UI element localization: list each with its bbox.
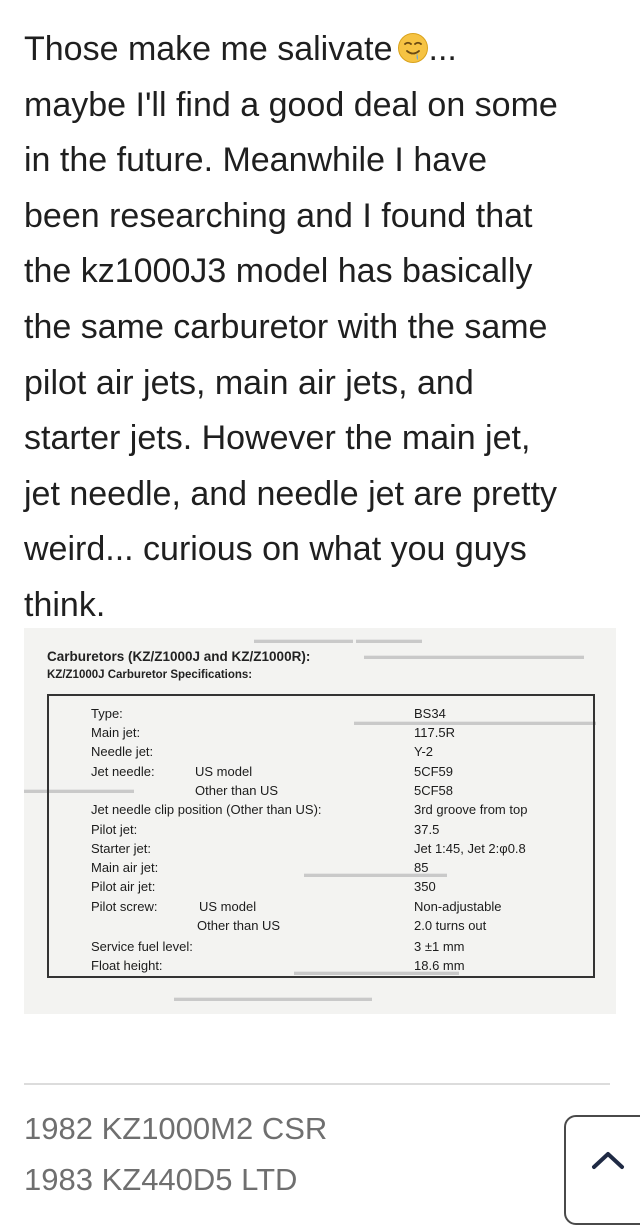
post-line: the same carburetor with the same <box>24 307 548 346</box>
spec-value: 85 <box>414 860 429 875</box>
spec-subtitle: KZ/Z1000J Carburetor Specifications: <box>47 669 253 681</box>
spec-value: 5CF58 <box>414 783 454 798</box>
spec-sublabel: Other than US <box>197 918 281 933</box>
spec-label: Type: <box>91 706 123 721</box>
spec-label: Needle jet: <box>91 744 154 759</box>
post-line: weird... curious on what you guys <box>24 530 527 569</box>
spec-label: Float height: <box>91 958 163 973</box>
scan-bleed-texture: ▬▬▬▬▬▬▬▬▬ ▬▬▬▬▬▬ <box>254 634 423 646</box>
carburetor-spec-image[interactable]: ▬▬▬▬▬▬▬▬▬ ▬▬▬▬▬▬ ▬▬▬▬▬▬▬▬▬▬▬▬▬▬▬▬▬▬▬▬ ▬▬… <box>24 628 616 1014</box>
scroll-to-top-button[interactable] <box>564 1115 640 1225</box>
post-line: the kz1000J3 model has basically <box>24 252 533 291</box>
spec-label: Jet needle clip position (Other than US)… <box>91 802 322 817</box>
spec-value: 350 <box>414 879 436 894</box>
post-line: been researching and I found that <box>24 196 533 235</box>
drooling-face-icon <box>397 26 429 63</box>
spec-value: 3 ±1 mm <box>414 939 465 954</box>
scan-bleed-texture: ▬▬▬▬▬▬▬▬▬▬▬▬▬▬▬▬▬▬▬▬ <box>364 650 584 662</box>
spec-sublabel: Other than US <box>195 783 279 798</box>
post-line: Those make me salivate ... <box>24 22 620 78</box>
post-line: jet needle, and needle jet are pretty <box>24 474 558 513</box>
spec-sublabel: US model <box>199 899 257 914</box>
spec-label: Starter jet: <box>91 841 151 856</box>
post-line: think. <box>24 585 106 624</box>
chevron-up-icon <box>592 1152 624 1169</box>
spec-sublabel: US model <box>195 764 253 779</box>
spec-value: 37.5 <box>414 822 440 837</box>
spec-value: Y-2 <box>414 744 434 759</box>
spec-label: Service fuel level: <box>91 939 193 954</box>
signature-divider <box>24 1083 610 1085</box>
post-line: in the future. Meanwhile I have <box>24 141 488 180</box>
post-line: starter jets. However the main jet, <box>24 419 531 458</box>
post-line: maybe I'll find a good deal on some <box>24 85 558 124</box>
spec-value: 2.0 turns out <box>414 918 487 933</box>
spec-value: 18.6 mm <box>414 958 465 973</box>
spec-value: BS34 <box>414 706 446 721</box>
scan-bleed-texture: ▬▬▬▬▬▬▬▬▬▬▬▬▬▬▬▬▬▬ <box>174 992 372 1004</box>
spec-value: 5CF59 <box>414 764 454 779</box>
spec-value: 117.5R <box>414 725 455 740</box>
spec-label: Pilot air jet: <box>91 879 156 894</box>
spec-label: Main jet: <box>91 725 141 740</box>
spec-label: Main air jet: <box>91 860 159 875</box>
post-line: pilot air jets, main air jets, and <box>24 363 474 402</box>
post-body: Those make me salivate ... maybe I'll fi… <box>24 22 620 634</box>
signature-line: 1983 KZ440D5 LTD <box>24 1162 298 1197</box>
signature-line: 1982 KZ1000M2 CSR <box>24 1111 328 1146</box>
spec-table: Type: Main jet: Needle jet: Jet needle: … <box>47 694 595 978</box>
spec-label: Pilot jet: <box>91 822 138 837</box>
spec-label: Pilot screw: <box>91 899 158 914</box>
spec-title: Carburetors (KZ/Z1000J and KZ/Z1000R): <box>47 649 311 664</box>
spec-value: 3rd groove from top <box>414 802 528 817</box>
spec-label: Jet needle: <box>91 764 155 779</box>
spec-value: Jet 1:45, Jet 2:φ0.8 <box>414 841 526 856</box>
spec-value: Non-adjustable <box>414 899 502 914</box>
